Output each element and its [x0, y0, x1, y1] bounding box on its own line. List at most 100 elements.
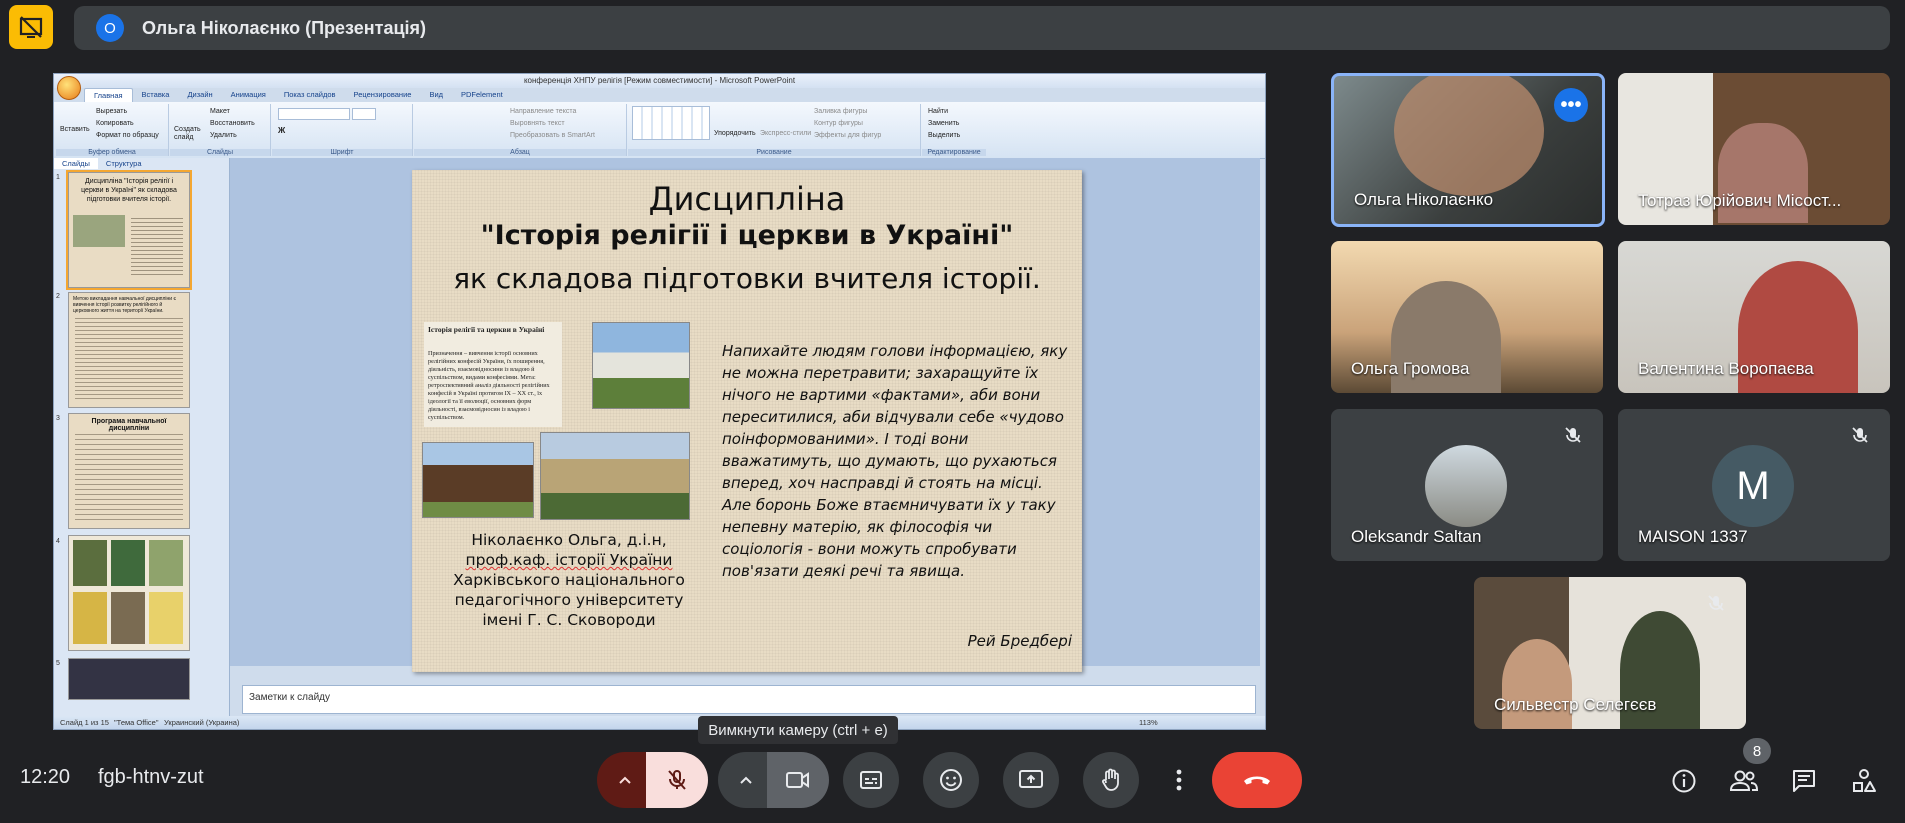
more-options-button[interactable]: [1163, 752, 1195, 808]
cathedral-photo: [592, 322, 690, 409]
mic-off-icon: [668, 770, 686, 790]
office-button[interactable]: [57, 76, 81, 100]
thumb-image: [149, 592, 183, 644]
text-direction-button[interactable]: Направление текста: [510, 108, 576, 115]
raise-hand-button[interactable]: [1083, 752, 1139, 808]
people-button[interactable]: [1729, 766, 1759, 796]
find-button[interactable]: Найти: [928, 108, 948, 115]
ribbon-group-paragraph: Направление текста Выровнять текст Преоб…: [414, 104, 627, 156]
cut-button[interactable]: Вырезать: [96, 108, 127, 115]
camera-toggle-button[interactable]: [767, 752, 829, 808]
thumb-image: [73, 592, 107, 644]
reset-button[interactable]: Восстановить: [210, 120, 255, 127]
participant-tile[interactable]: Валентина Воропаєва: [1618, 241, 1890, 393]
format-painter-button[interactable]: Формат по образцу: [96, 132, 159, 139]
mic-off-icon: [1559, 421, 1587, 449]
participant-tile[interactable]: M MAISON 1337: [1618, 409, 1890, 561]
panel-tabs: Слайды Структура: [54, 158, 150, 169]
bold-button[interactable]: Ж: [278, 126, 285, 135]
info-icon: [1672, 769, 1696, 793]
slide-thumbnail-3[interactable]: Програма навчальної дисципліни: [68, 413, 190, 529]
author-line: Ніколаєнко Ольга, д.і.н,: [471, 531, 667, 549]
thumb-number: 1: [56, 174, 60, 181]
copy-button[interactable]: Копировать: [96, 120, 134, 127]
group-label: Абзац: [414, 149, 626, 156]
hand-icon: [1102, 768, 1119, 791]
group-label: Редактирование: [922, 149, 986, 156]
thumb-text-lines: [75, 432, 183, 520]
font-size-input[interactable]: [352, 108, 376, 120]
ppt-tab-review[interactable]: Рецензирование: [345, 88, 421, 102]
slide-thumbnail-4[interactable]: [68, 535, 190, 651]
slide-thumbnail-5[interactable]: [68, 658, 190, 700]
group-label: Рисование: [628, 149, 920, 156]
ppt-tab-insert[interactable]: Вставка: [133, 88, 179, 102]
font-name-input[interactable]: [278, 108, 350, 120]
participant-tile[interactable]: ••• Ольга Ніколаєнко: [1331, 73, 1605, 227]
status-zoom[interactable]: 113%: [1139, 716, 1158, 729]
new-slide-button[interactable]: Создать слайд: [174, 126, 202, 142]
shapes-gallery[interactable]: [632, 106, 710, 140]
ppt-tab-slideshow[interactable]: Показ слайдов: [275, 88, 345, 102]
slide-title-line2: "Історія релігії і церкви в Україні": [480, 220, 1014, 251]
slide-thumbnail-1[interactable]: Дисципліна "Історія релігії і церкви в У…: [66, 170, 192, 290]
tab-outline[interactable]: Структура: [98, 158, 150, 169]
delete-button[interactable]: Удалить: [210, 132, 237, 139]
slide-notes-field[interactable]: Заметки к слайду: [242, 685, 1256, 714]
ppt-tab-animation[interactable]: Анимация: [222, 88, 275, 102]
thumb-title: Дисципліна "Історія релігії і церкви в У…: [81, 178, 177, 203]
participant-tile[interactable]: Oleksandr Saltan: [1331, 409, 1603, 561]
ppt-tab-design[interactable]: Дизайн: [178, 88, 221, 102]
ribbon-group-editing: Найти Заменить Выделить Редактирование: [922, 104, 986, 156]
slide-inset-box: Історія релігії та церкви в Україні Приз…: [424, 322, 562, 427]
participant-tile[interactable]: Ольга Громова: [1331, 241, 1603, 393]
activities-button[interactable]: [1849, 766, 1879, 796]
participant-tile[interactable]: Сильвестр Селегєєв: [1474, 577, 1746, 729]
slide-thumbnail-2[interactable]: Метою викладання навчальної дисципліни є…: [68, 292, 190, 408]
ppt-tab-view[interactable]: Вид: [420, 88, 452, 102]
author-line: проф.каф. історії України: [465, 551, 673, 569]
shape-effects-button[interactable]: Эффекты для фигур: [814, 132, 881, 139]
participant-tile[interactable]: Тотраз Юрійович Місост...: [1618, 73, 1890, 225]
align-text-button[interactable]: Выровнять текст: [510, 120, 565, 127]
author-line: імені Г. С. Сковороди: [482, 611, 656, 629]
present-now-button[interactable]: [1003, 752, 1059, 808]
mic-off-icon: [1846, 421, 1874, 449]
layout-button[interactable]: Макет: [210, 108, 230, 115]
replace-button[interactable]: Заменить: [928, 120, 959, 127]
thumb-image: [111, 540, 145, 586]
thumb-text-lines: [75, 315, 183, 399]
more-options-icon[interactable]: •••: [1554, 88, 1588, 122]
thumb-number: 5: [56, 660, 60, 667]
ppt-status-bar: Слайд 1 из 15 "Тема Office" Украинский (…: [54, 716, 1265, 729]
present-screen-icon[interactable]: [9, 5, 53, 49]
ppt-tab-pdfelement[interactable]: PDFelement: [452, 88, 512, 102]
captions-button[interactable]: [843, 752, 899, 808]
thumb-number: 4: [56, 538, 60, 545]
thumb-number: 2: [56, 293, 60, 300]
reactions-button[interactable]: [923, 752, 979, 808]
quick-styles-button[interactable]: Экспресс-стили: [760, 130, 811, 137]
end-call-button[interactable]: [1212, 752, 1302, 808]
shape-outline-button[interactable]: Контур фигуры: [814, 120, 863, 127]
chat-icon: [1793, 770, 1815, 792]
ppt-tab-home[interactable]: Главная: [84, 88, 133, 102]
status-slide-count: Слайд 1 из 15: [60, 718, 109, 727]
paste-button[interactable]: Вставить: [60, 126, 90, 133]
emoji-icon: [940, 769, 962, 791]
meeting-details-button[interactable]: [1669, 766, 1699, 796]
arrange-button[interactable]: Упорядочить: [714, 130, 756, 137]
video-options-button[interactable]: [718, 752, 774, 808]
slide-author: Ніколаєнко Ольга, д.і.н, проф.каф. істор…: [434, 530, 704, 630]
tab-slides[interactable]: Слайды: [54, 158, 98, 169]
audio-options-button[interactable]: [597, 752, 653, 808]
captions-icon: [860, 771, 882, 789]
shape-fill-button[interactable]: Заливка фигуры: [814, 108, 867, 115]
chat-button[interactable]: [1789, 766, 1819, 796]
microphone-toggle-button[interactable]: [646, 752, 708, 808]
thumb-number: 3: [56, 415, 60, 422]
smartart-button[interactable]: Преобразовать в SmartArt: [510, 132, 595, 139]
select-button[interactable]: Выделить: [928, 132, 960, 139]
current-slide: Дисципліна "Історія релігії і церкви в У…: [412, 170, 1082, 672]
people-icon: [1729, 770, 1759, 791]
